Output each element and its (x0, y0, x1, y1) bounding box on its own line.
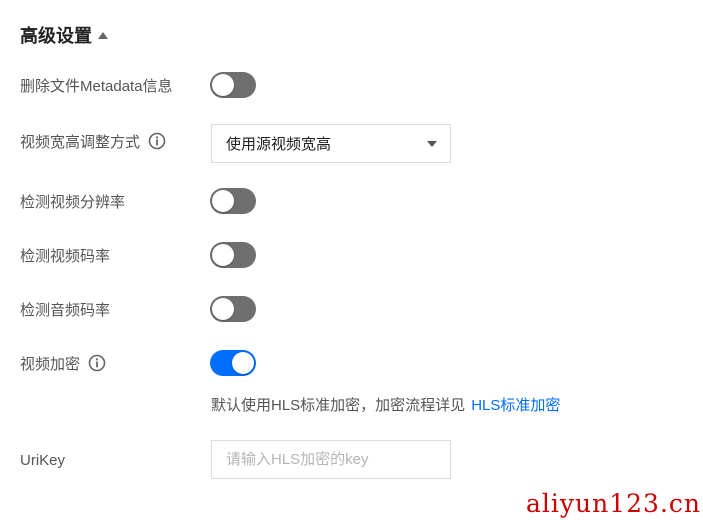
detect-audio-bitrate-row: 检测音频码率 (0, 289, 703, 329)
watermark-text: aliyun123.cn (526, 489, 701, 518)
toggle-knob (212, 190, 234, 212)
info-icon[interactable] (148, 132, 166, 150)
detect-video-bitrate-label: 检测视频码率 (20, 247, 111, 265)
hls-encryption-link[interactable]: HLS标准加密 (471, 397, 560, 414)
detect-audio-bitrate-label: 检测音频码率 (20, 301, 111, 319)
resize-mode-label: 视频宽高调整方式 (20, 133, 141, 151)
toggle-knob (212, 244, 234, 266)
detect-resolution-label: 检测视频分辨率 (20, 193, 126, 211)
delete-metadata-toggle[interactable] (210, 72, 256, 98)
detect-audio-bitrate-toggle[interactable] (210, 296, 256, 322)
encryption-hint: 默认使用HLS标准加密，加密流程详见 HLS标准加密 (211, 394, 560, 415)
detect-video-bitrate-toggle[interactable] (210, 242, 256, 268)
encryption-hint-text: 默认使用HLS标准加密，加密流程详见 (211, 397, 466, 414)
info-icon[interactable] (88, 354, 106, 372)
detect-audio-bitrate-control (210, 289, 256, 329)
toggle-knob (212, 298, 234, 320)
urikey-label-wrap: UriKey (20, 440, 65, 480)
chevron-down-icon (427, 141, 437, 147)
advanced-settings-header[interactable]: 高级设置 (20, 22, 108, 48)
video-encryption-control (210, 343, 256, 383)
resize-mode-label-wrap: 视频宽高调整方式 (20, 121, 166, 161)
resize-mode-selected-value: 使用源视频宽高 (226, 136, 332, 153)
delete-metadata-label-wrap: 删除文件Metadata信息 (20, 65, 173, 105)
urikey-input[interactable] (211, 440, 451, 479)
toggle-knob (232, 352, 254, 374)
delete-metadata-label: 删除文件Metadata信息 (20, 77, 173, 95)
caret-up-icon (98, 32, 108, 39)
detect-resolution-row: 检测视频分辨率 (0, 181, 703, 221)
video-encryption-label: 视频加密 (20, 355, 81, 373)
detect-resolution-control (210, 181, 256, 221)
urikey-label: UriKey (20, 451, 66, 469)
video-encryption-label-wrap: 视频加密 (20, 343, 106, 383)
section-title: 高级设置 (20, 26, 92, 46)
video-encryption-row: 视频加密 (0, 343, 703, 383)
video-encryption-toggle[interactable] (210, 350, 256, 376)
detect-video-bitrate-row: 检测视频码率 (0, 235, 703, 275)
detect-video-bitrate-label-wrap: 检测视频码率 (20, 235, 110, 275)
detect-resolution-label-wrap: 检测视频分辨率 (20, 181, 125, 221)
detect-resolution-toggle[interactable] (210, 188, 256, 214)
detect-audio-bitrate-label-wrap: 检测音频码率 (20, 289, 110, 329)
detect-video-bitrate-control (210, 235, 256, 275)
toggle-knob (212, 74, 234, 96)
delete-metadata-control (210, 65, 256, 105)
advanced-settings-panel: 高级设置 删除文件Metadata信息 视频宽高调整方式 使用源视频宽高 检测视… (0, 0, 703, 520)
delete-metadata-row: 删除文件Metadata信息 (0, 65, 703, 105)
resize-mode-select[interactable]: 使用源视频宽高 (211, 124, 451, 163)
